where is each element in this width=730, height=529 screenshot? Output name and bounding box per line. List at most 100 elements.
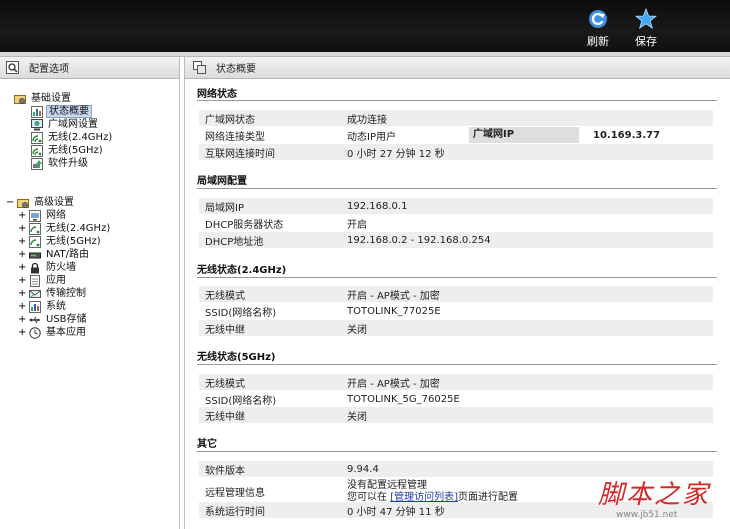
tree-basic-settings[interactable]: 基础设置: [14, 92, 73, 105]
tree-item-wireless-24[interactable]: 无线(2.4GHz): [31, 131, 114, 144]
save-label: 保存: [635, 35, 657, 48]
section-divider: [197, 277, 717, 278]
clock-icon: [29, 326, 41, 339]
tree-item-label: 广域网设置: [48, 119, 98, 130]
tree-item-label: 传输控制: [46, 288, 86, 299]
expand-icon[interactable]: +: [18, 274, 26, 287]
router-icon: [29, 252, 41, 258]
page-title: 状态概要: [216, 64, 256, 75]
refresh-button[interactable]: 刷新: [578, 8, 618, 49]
section-divider: [197, 364, 717, 365]
expand-icon[interactable]: +: [18, 235, 26, 248]
section-title-wireless-24: 无线状态(2.4GHz): [197, 265, 287, 276]
tree-item-adv-wireless-5[interactable]: + 无线(5GHz): [18, 235, 103, 248]
field-value: 192.168.0.2 - 192.168.0.254: [347, 234, 491, 246]
tree-item-label: 网络: [46, 210, 66, 221]
field-value: 动态IP用户: [347, 131, 396, 143]
tree-item-label: NAT/路由: [46, 249, 90, 260]
tree-basic-label: 基础设置: [31, 93, 71, 104]
collapse-icon[interactable]: −: [6, 196, 14, 209]
tree-item-network[interactable]: + 网络: [18, 209, 68, 222]
tree-item-nat-routing[interactable]: + NAT/路由: [18, 248, 91, 261]
tree-item-label: 无线(5GHz): [48, 145, 103, 156]
tree-advanced-label: 高级设置: [34, 197, 74, 208]
top-toolbar: 刷新 保存: [0, 0, 730, 52]
tree-item-label: USB存储: [46, 314, 87, 325]
remote-line-1: 没有配置远程管理: [347, 480, 427, 491]
field-label: 无线模式: [205, 290, 245, 302]
tree-item-label: 无线(5GHz): [46, 236, 101, 247]
upgrade-icon: [31, 157, 43, 170]
tree-item-status-summary[interactable]: 状态概要: [31, 105, 92, 118]
settings-folder-icon: [17, 198, 29, 208]
site-watermark: 脚本之家 www.jb51.net: [598, 474, 728, 526]
tree-item-wan-settings[interactable]: 广域网设置: [31, 118, 100, 131]
field-value: 关闭: [347, 411, 367, 423]
field-label-wan-ip: 广域网IP: [469, 127, 579, 143]
tree-item-firmware-upgrade[interactable]: 软件升级: [31, 157, 90, 170]
tree-item-wireless-5[interactable]: 无线(5GHz): [31, 144, 105, 157]
tree-item-label: 无线(2.4GHz): [46, 223, 111, 234]
expand-icon[interactable]: +: [18, 261, 26, 274]
tree-item-usb-storage[interactable]: + USB存储: [18, 313, 89, 326]
tree-advanced-settings[interactable]: − 高级设置: [6, 196, 76, 209]
usb-icon: [29, 316, 40, 323]
sidebar-title: 配置选项: [29, 64, 69, 75]
star-icon: [635, 8, 657, 29]
field-label: 局域网IP: [205, 202, 244, 214]
expand-icon[interactable]: +: [18, 287, 26, 300]
field-value: TOTOLINK_77025E: [347, 305, 441, 317]
tree-item-system[interactable]: + 系统: [18, 300, 68, 313]
field-value: 开启 - AP模式 - 加密: [347, 290, 440, 302]
tree-item-firewall[interactable]: + 防火墙: [18, 261, 78, 274]
field-value: 开启 - AP模式 - 加密: [347, 378, 440, 390]
row-internet-uptime: 互联网连接时间 0 小时 27 分钟 12 秒: [199, 144, 713, 160]
magnifier-config-icon: [6, 61, 19, 74]
field-value: 9.94.4: [347, 463, 379, 475]
config-sidebar: 配置选项 基础设置 状态概要 广域网设置 无线(2.4GHz) 无线(5GHz)…: [0, 57, 180, 529]
expand-icon[interactable]: +: [18, 313, 26, 326]
wifi-icon: [31, 131, 43, 144]
chart-icon: [31, 105, 43, 118]
monitor-globe-icon: [31, 118, 43, 130]
wifi-icon: [31, 144, 43, 157]
wifi-icon: [29, 235, 41, 248]
expand-icon[interactable]: +: [18, 222, 26, 235]
tree-item-label: 无线(2.4GHz): [48, 132, 113, 143]
tree-item-applications[interactable]: + 应用: [18, 274, 68, 287]
section-title-lan: 局域网配置: [197, 176, 247, 187]
row-connection-type: 网络连接类型 动态IP用户 广域网IP 10.169.3.77: [199, 127, 713, 143]
tree-item-basic-apps[interactable]: + 基本应用: [18, 326, 88, 339]
field-value-wan-ip: 10.169.3.77: [593, 129, 661, 141]
field-value: TOTOLINK_5G_76025E: [347, 393, 460, 405]
field-label: 系统运行时间: [205, 506, 265, 518]
settings-folder-icon: [14, 94, 26, 104]
row-wifi24-relay: 无线中继 关闭: [199, 320, 713, 336]
field-value: 开启: [347, 219, 367, 231]
watermark-logo-text: 脚本之家: [598, 480, 711, 510]
expand-icon[interactable]: +: [18, 248, 26, 261]
tree-item-adv-wireless-24[interactable]: + 无线(2.4GHz): [18, 222, 112, 235]
row-lan-ip: 局域网IP 192.168.0.1: [199, 198, 713, 214]
expand-icon[interactable]: +: [18, 209, 26, 222]
refresh-icon: [589, 10, 607, 28]
row-wan-status: 广域网状态 成功连接: [199, 110, 713, 126]
save-button[interactable]: 保存: [626, 8, 666, 49]
field-label: 网络连接类型: [205, 131, 265, 143]
field-value: 0 小时 47 分钟 11 秒: [347, 506, 445, 518]
chart-icon: [29, 300, 41, 313]
expand-icon[interactable]: +: [18, 326, 26, 339]
network-icon: [29, 209, 41, 222]
field-label: SSID(网络名称): [205, 307, 277, 319]
tree-item-traffic-control[interactable]: + 传输控制: [18, 287, 88, 300]
content-header: 状态概要: [185, 57, 730, 79]
row-wifi5-relay: 无线中继 关闭: [199, 407, 713, 423]
section-divider: [197, 188, 717, 189]
field-label: 软件版本: [205, 465, 245, 477]
row-wifi5-ssid: SSID(网络名称) TOTOLINK_5G_76025E: [199, 391, 713, 407]
field-label: DHCP服务器状态: [205, 219, 284, 231]
document-icon: [30, 274, 40, 287]
expand-icon[interactable]: +: [18, 300, 26, 313]
tree-item-label: 基本应用: [46, 327, 86, 338]
sidebar-header: 配置选项: [0, 57, 179, 79]
